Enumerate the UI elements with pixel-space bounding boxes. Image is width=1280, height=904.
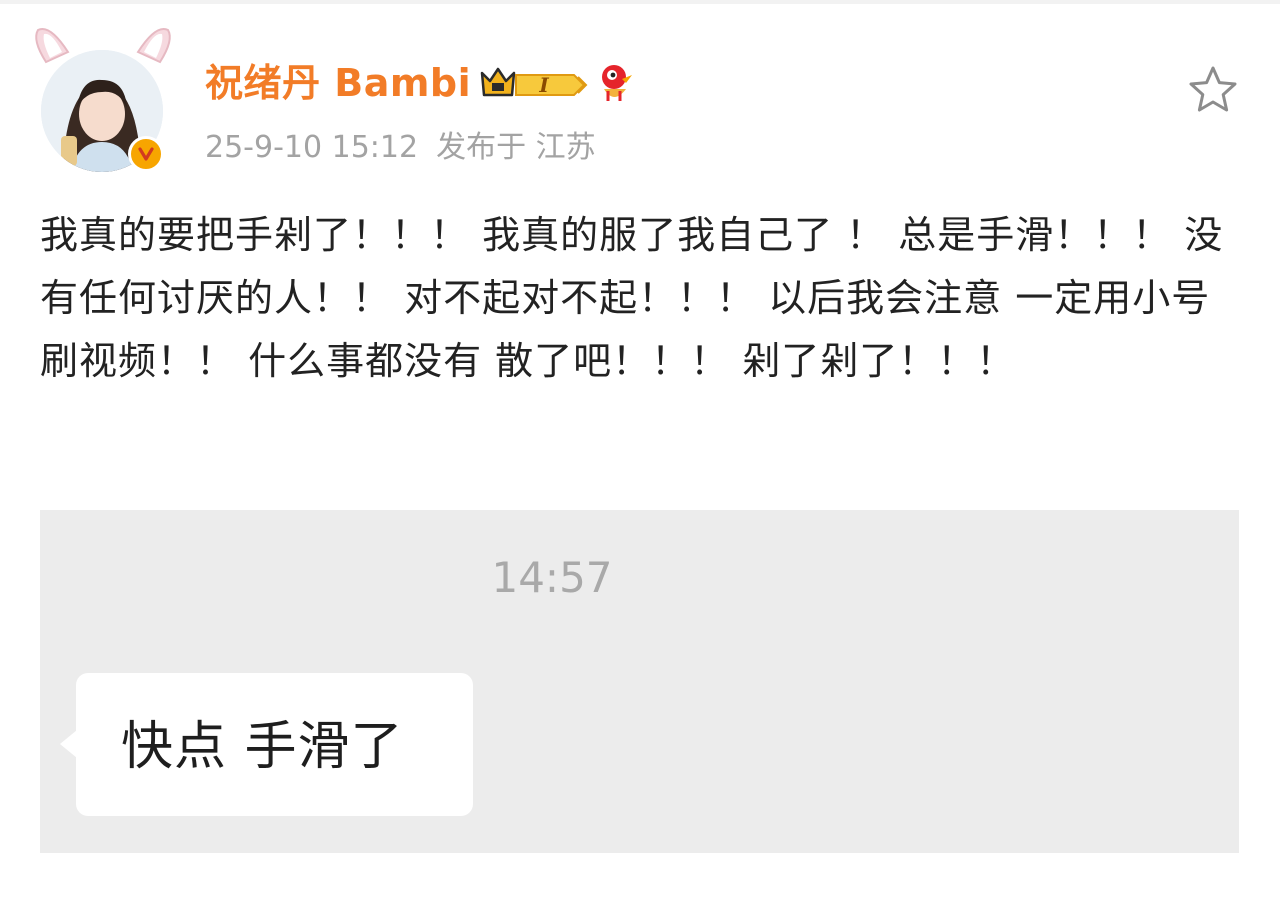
level-label: I: [538, 73, 549, 97]
author-name[interactable]: 祝绪丹 Bambi: [205, 58, 471, 108]
post-meta: 25-9-10 15:12 发布于 江苏: [205, 128, 596, 168]
chat-timestamp: 14:57: [491, 553, 613, 602]
crown-level-badge-icon[interactable]: I: [478, 63, 590, 103]
star-outline-icon: [1189, 66, 1237, 112]
post-location: 发布于 江苏: [436, 130, 596, 165]
top-divider: [0, 0, 1280, 4]
post-body-text: 我真的要把手剁了！！！ 我真的服了我自己了 ！ 总是手滑！！！ 没有任何讨厌的人…: [40, 213, 1224, 383]
mascot-badge-icon[interactable]: [596, 61, 636, 105]
weibo-post-page: 祝绪丹 Bambi I 25-9-10 15:12 发布于 江苏 我真的要把手剁…: [0, 0, 1280, 904]
post-time: 25-9-10 15:12: [205, 130, 419, 165]
chat-bubble-text: 快点 手滑了: [121, 717, 404, 777]
author-badges: I: [478, 60, 636, 106]
author-avatar-area[interactable]: [28, 22, 178, 174]
chat-bubble-tail: [60, 730, 77, 758]
verified-v-icon: [128, 136, 164, 172]
favorite-button[interactable]: [1186, 64, 1240, 116]
